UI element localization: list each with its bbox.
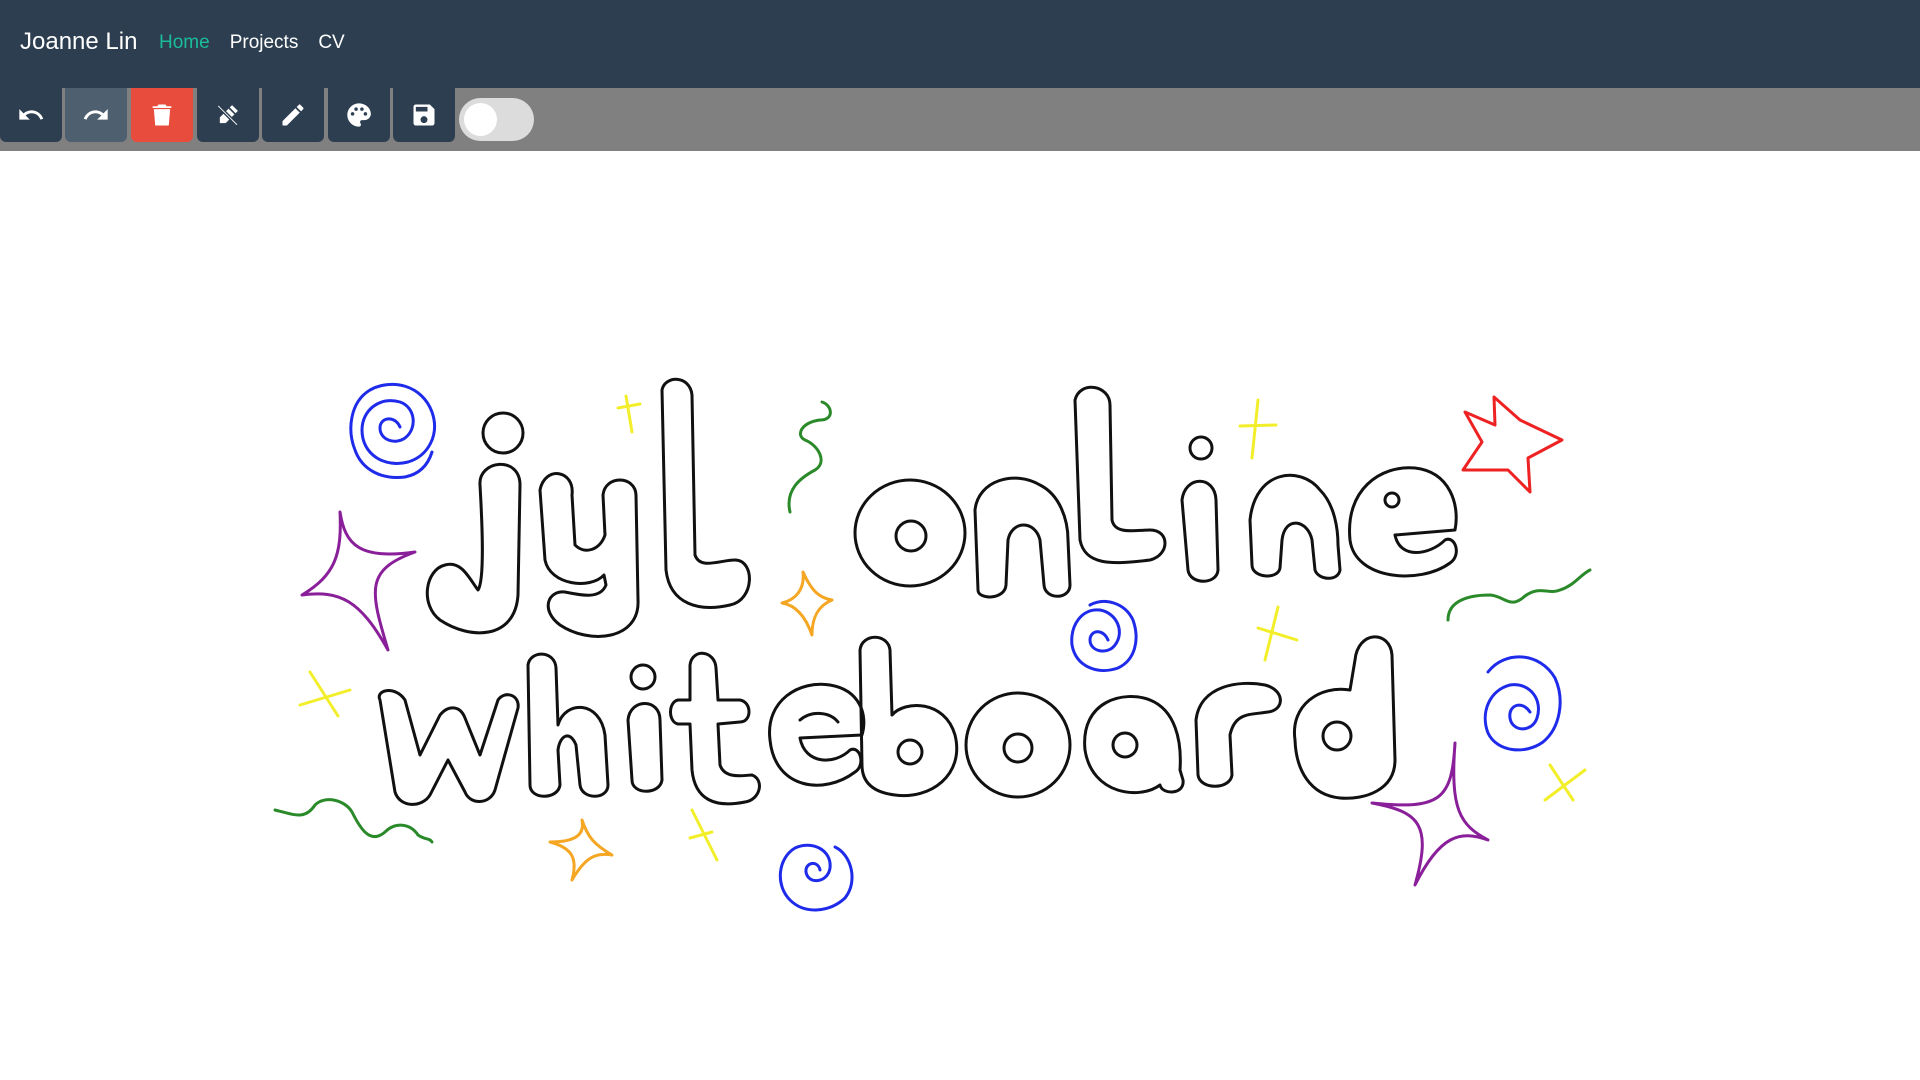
doodle-star-red (1461, 395, 1564, 494)
drawing-canvas[interactable] (0, 151, 1920, 1080)
clear-button[interactable] (131, 88, 193, 142)
whiteboard-toolbar (0, 88, 1920, 151)
redo-icon (83, 109, 108, 120)
canvas-drawing (273, 377, 1592, 912)
top-navbar: Joanne Lin Home Projects CV (0, 0, 1920, 88)
drawn-text-whiteboard (377, 635, 1397, 806)
nav-link-home[interactable]: Home (159, 32, 210, 54)
color-button[interactable] (328, 88, 390, 142)
doodle-spirals (349, 382, 1562, 912)
save-button[interactable] (393, 88, 455, 142)
eraser-button[interactable] (197, 88, 259, 142)
pen-slash-icon (215, 103, 240, 128)
palette-icon (347, 103, 371, 127)
nav-link-cv[interactable]: CV (318, 32, 344, 54)
nav-link-projects[interactable]: Projects (230, 32, 299, 54)
pen-button[interactable] (262, 88, 324, 142)
undo-button[interactable] (0, 88, 62, 142)
drawn-text-jyl-online (425, 377, 1458, 638)
nav-links: Home Projects CV (159, 32, 345, 54)
pencil-icon (282, 104, 304, 126)
redo-button[interactable] (65, 88, 127, 142)
trash-icon (152, 104, 172, 126)
save-icon (413, 104, 435, 126)
undo-icon (19, 109, 44, 120)
toggle-knob (464, 103, 497, 136)
brand-name[interactable]: Joanne Lin (20, 28, 137, 56)
mode-toggle[interactable] (459, 98, 534, 141)
